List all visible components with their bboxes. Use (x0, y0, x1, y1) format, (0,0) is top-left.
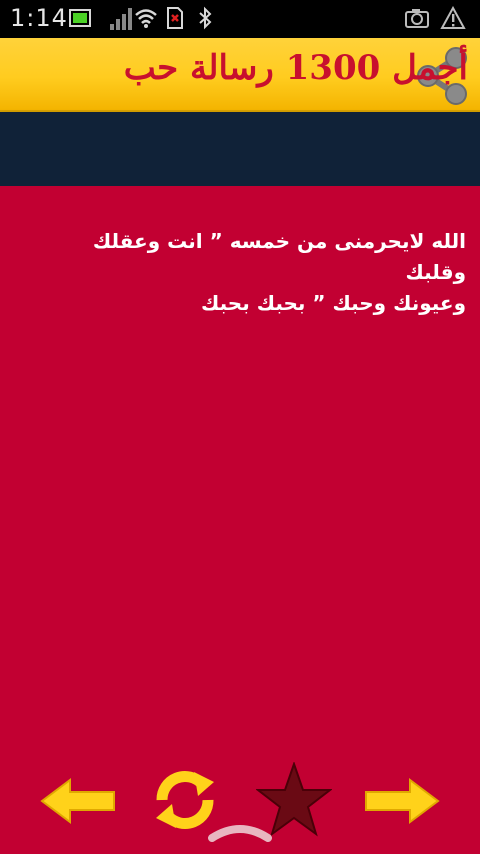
screen-icon (68, 6, 92, 34)
bluetooth-icon (198, 6, 212, 34)
app-header: أجمل 1300 رسالة حب (0, 38, 480, 112)
next-button[interactable] (364, 778, 440, 824)
pull-handle[interactable] (206, 822, 274, 842)
status-bar: 1:14 (0, 0, 480, 38)
screen: 1:14 أجمل 1300 رسالة حب الله لايحرمنى من… (0, 0, 480, 854)
message-panel: الله لايحرمنى من خمسه ” انت وعقلك وقلبك … (0, 186, 480, 854)
chevron-up-icon (208, 825, 272, 842)
sim-icon (166, 6, 184, 34)
arrow-right-icon (365, 778, 440, 824)
warning-icon (440, 5, 466, 34)
signal-icon (108, 6, 134, 36)
app-title: أجمل 1300 رسالة حب (123, 48, 468, 88)
message-text: الله لايحرمنى من خمسه ” انت وعقلك وقلبك … (92, 229, 466, 315)
status-time: 1:14 (10, 4, 68, 32)
previous-button[interactable] (40, 778, 116, 824)
camera-icon (404, 6, 430, 34)
banner-area (0, 112, 480, 186)
wifi-icon (134, 6, 158, 34)
arrow-left-icon (40, 778, 115, 824)
